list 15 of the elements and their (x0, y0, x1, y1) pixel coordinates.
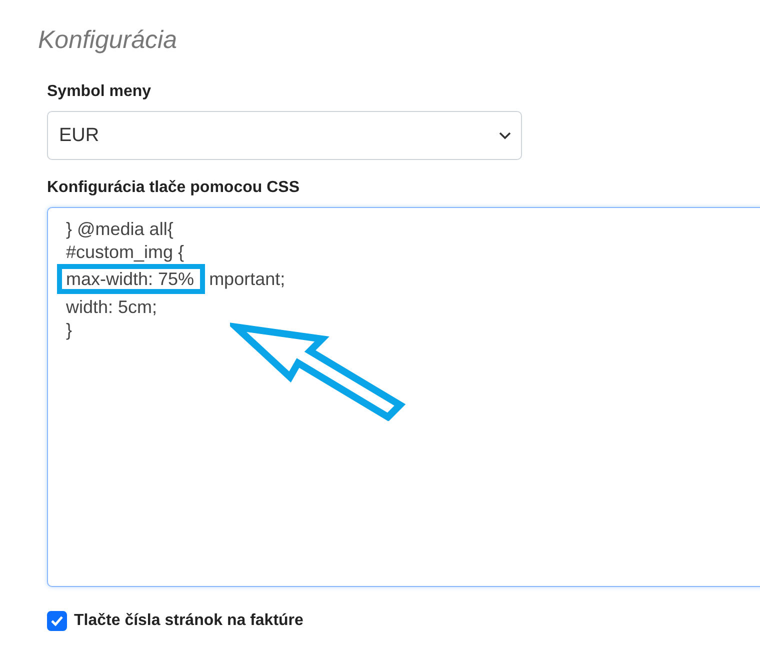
css-textarea[interactable]: } @media all{ #custom_img { max-width: 75% mportant; width: 5cm; } (47, 207, 760, 587)
code-line: mportant; (209, 269, 286, 289)
checkbox[interactable] (47, 611, 67, 631)
code-line: #custom_img { (66, 242, 184, 262)
field-label: Konfigurácia tlače pomocou CSS (47, 179, 300, 197)
code-line: } (66, 320, 72, 340)
check-icon (50, 615, 64, 627)
section-title: Konfigurácia (38, 26, 178, 55)
chevron-down-icon (499, 132, 511, 140)
field-label: Symbol meny (47, 83, 152, 101)
highlight-frame: max-width: 75% (57, 264, 206, 294)
currency-select[interactable]: EUR (47, 111, 522, 160)
code-line: width: 5cm; (66, 297, 158, 317)
code-line: } @media all{ (66, 219, 174, 239)
checkbox-label: Tlačte čísla stránok na faktúre (74, 612, 304, 630)
